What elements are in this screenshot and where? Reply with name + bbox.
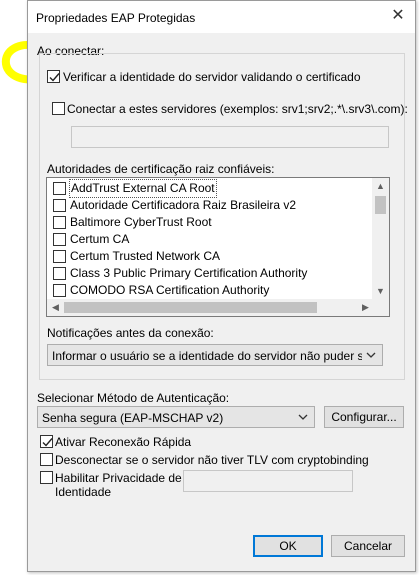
scroll-left-icon[interactable]: ◀ <box>47 299 64 316</box>
verify-server-label[interactable]: Verificar a identidade do servidor valid… <box>63 70 361 84</box>
ok-button[interactable]: OK <box>253 535 323 557</box>
notifications-select[interactable]: Informar o usuário se a identidade do se… <box>47 344 383 366</box>
configure-button[interactable]: Configurar... <box>324 406 404 428</box>
notifications-value: Informar o usuário se a identidade do se… <box>52 349 362 363</box>
ca-checkbox[interactable] <box>53 216 66 229</box>
fast-reconnect-checkbox[interactable] <box>40 435 53 448</box>
servers-input[interactable] <box>71 126 389 148</box>
trusted-ca-list[interactable]: AddTrust External CA Root Autoridade Cer… <box>46 177 390 317</box>
ca-checkbox[interactable] <box>53 182 66 195</box>
ca-label: Class 3 Public Primary Certification Aut… <box>70 266 308 280</box>
chevron-down-icon <box>298 414 308 420</box>
auth-method-heading: Selecionar Método de Autenticação: <box>37 391 230 405</box>
disconnect-checkbox[interactable] <box>40 453 53 466</box>
connect-servers-checkbox[interactable] <box>52 102 65 115</box>
ca-label: Certum Trusted Network CA <box>70 249 221 263</box>
horizontal-scroll-thumb[interactable] <box>64 302 317 313</box>
ca-checkbox[interactable] <box>53 284 66 297</box>
horizontal-scrollbar[interactable]: ◀ ▶ <box>47 299 374 316</box>
trusted-ca-heading: Autoridades de certificação raiz confiáv… <box>47 162 275 176</box>
ca-checkbox[interactable] <box>53 250 66 263</box>
scroll-down-icon[interactable]: ▼ <box>372 283 389 300</box>
auth-method-value: Senha segura (EAP-MSCHAP v2) <box>42 411 224 425</box>
identity-privacy-checkbox[interactable] <box>40 471 53 484</box>
checkmark-icon <box>49 73 60 82</box>
auth-method-select[interactable]: Senha segura (EAP-MSCHAP v2) <box>37 406 315 428</box>
ca-checkbox[interactable] <box>53 267 66 280</box>
scroll-up-icon[interactable]: ▲ <box>372 178 389 195</box>
cancel-button[interactable]: Cancelar <box>331 535 405 557</box>
ca-label: Autoridade Certificadora Raiz Brasileira… <box>70 198 297 212</box>
disconnect-label[interactable]: Desconectar se o servidor não tiver TLV … <box>55 453 369 467</box>
ca-label: Certum CA <box>70 232 130 246</box>
verify-server-checkbox[interactable] <box>47 70 60 83</box>
identity-privacy-label-line2[interactable]: Identidade <box>55 485 111 499</box>
fast-reconnect-label[interactable]: Ativar Reconexão Rápida <box>55 435 191 449</box>
title-bar: Propriedades EAP Protegidas ✕ <box>28 1 415 33</box>
vertical-scrollbar[interactable]: ▲ ▼ <box>372 178 389 300</box>
ca-label: Baltimore CyberTrust Root <box>70 215 212 229</box>
ca-checkbox[interactable] <box>53 233 66 246</box>
identity-input[interactable] <box>183 470 353 492</box>
checkmark-icon <box>42 438 53 447</box>
ca-label: COMODO RSA Certification Authority <box>70 283 270 297</box>
ca-label: AddTrust External CA Root <box>69 179 217 198</box>
chevron-down-icon <box>366 352 376 358</box>
identity-privacy-label-line1[interactable]: Habilitar Privacidade de <box>55 471 182 485</box>
connect-servers-label[interactable]: Conectar a estes servidores (exemplos: s… <box>67 102 408 116</box>
scroll-corner <box>372 299 389 316</box>
eap-properties-dialog: Propriedades EAP Protegidas ✕ Ao conecta… <box>27 0 416 572</box>
ca-checkbox[interactable] <box>53 199 66 212</box>
dialog-title: Propriedades EAP Protegidas <box>36 11 196 25</box>
notifications-heading: Notificações antes da conexão: <box>47 326 214 340</box>
close-icon[interactable]: ✕ <box>387 5 409 27</box>
vertical-scroll-thumb[interactable] <box>375 196 386 214</box>
